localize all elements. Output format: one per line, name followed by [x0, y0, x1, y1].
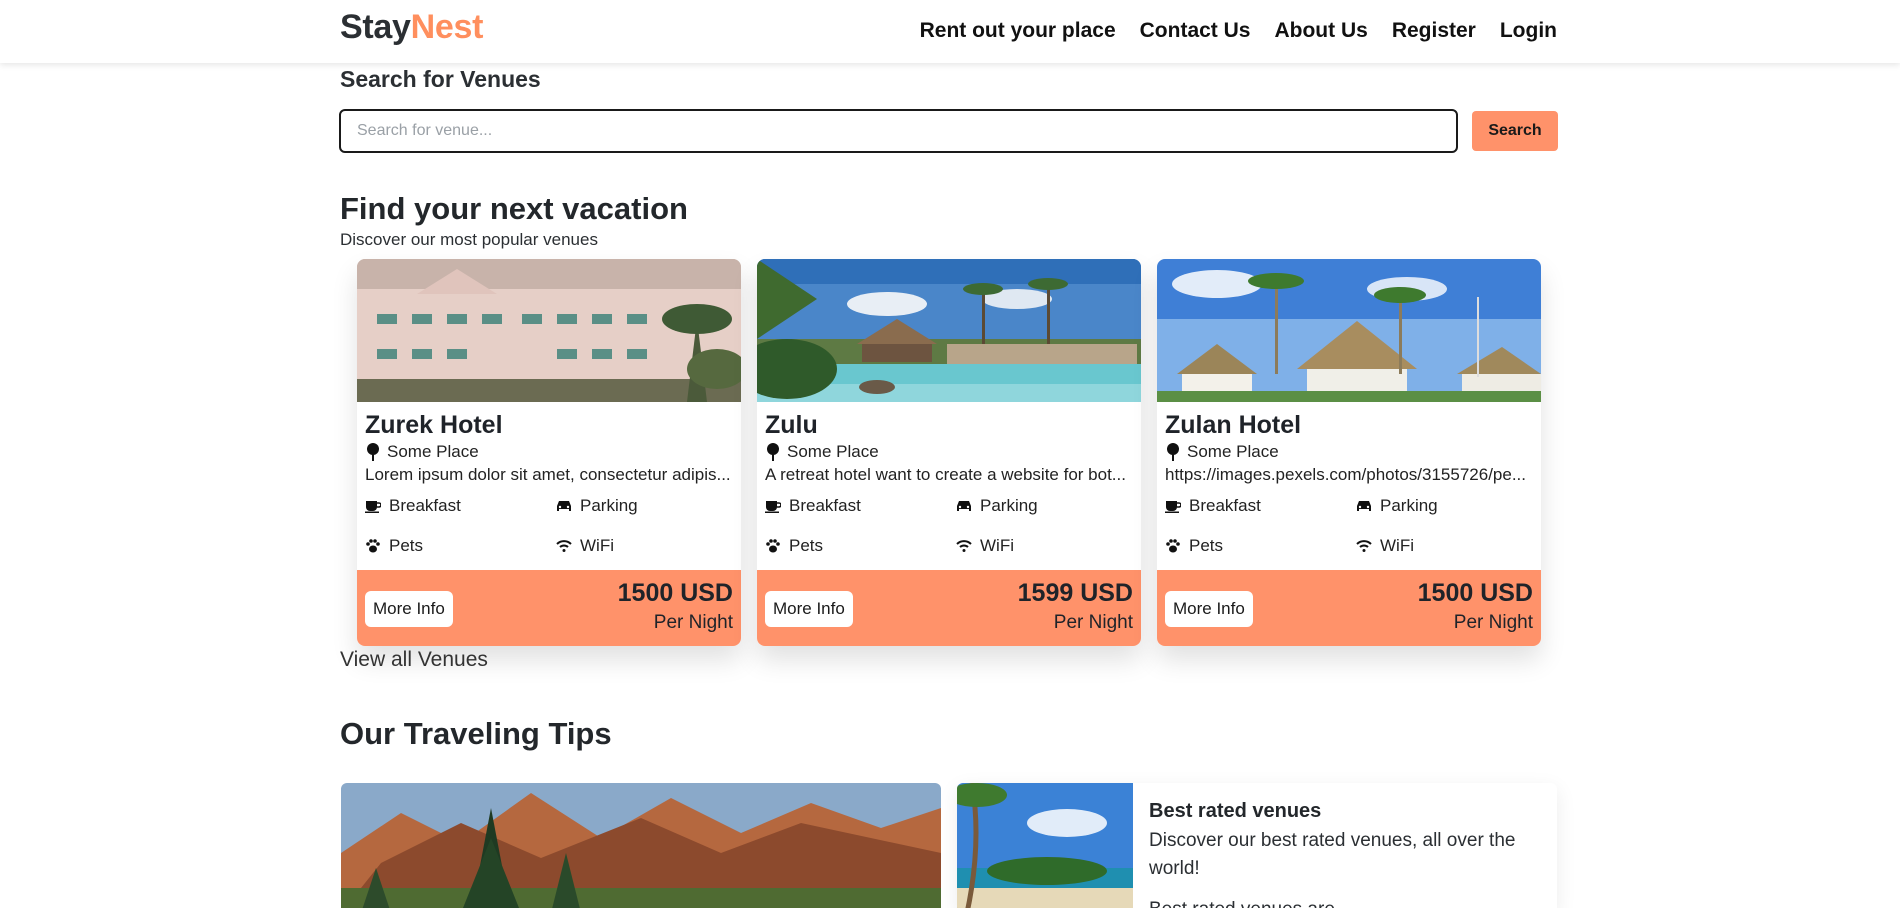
venue-image[interactable]	[757, 259, 1141, 402]
amenity-wifi: WiFi	[1356, 535, 1531, 557]
amenity-parking: Parking	[556, 495, 731, 517]
more-info-button[interactable]: More Info	[365, 591, 453, 627]
amenities: Breakfast Parking Pets WiFi	[1165, 495, 1533, 557]
paw-icon	[365, 538, 381, 554]
venue-name[interactable]: Zulan Hotel	[1165, 410, 1533, 440]
view-all-venues-link[interactable]: View all Venues	[340, 648, 488, 672]
logo[interactable]: StayNest	[340, 8, 483, 47]
search-button[interactable]: Search	[1472, 111, 1558, 151]
amenity-parking: Parking	[1356, 495, 1531, 517]
venue-card: Zulan Hotel Some Place https://images.pe…	[1157, 259, 1541, 646]
venue-card: Zulu Some Place A retreat hotel want to …	[757, 259, 1141, 646]
featured-subtitle: Discover our most popular venues	[340, 230, 598, 249]
paw-icon	[1165, 538, 1181, 554]
amenities: Breakfast Parking Pets WiFi	[765, 495, 1133, 557]
venue-price: 1599 USD	[1017, 579, 1133, 607]
venue-description: Lorem ipsum dolor sit amet, consectetur …	[365, 465, 731, 484]
venue-name[interactable]: Zurek Hotel	[365, 410, 733, 440]
coffee-cup-icon	[765, 498, 781, 514]
venue-description: https://images.pexels.com/photos/3155726…	[1165, 465, 1527, 484]
venue-location: Some Place	[365, 442, 733, 462]
price-unit: Per Night	[1453, 612, 1533, 633]
search-input[interactable]	[339, 109, 1458, 153]
nav-about[interactable]: About Us	[1274, 19, 1367, 43]
nav-rent-out[interactable]: Rent out your place	[920, 19, 1116, 43]
wifi-icon	[1356, 538, 1372, 554]
more-info-button[interactable]: More Info	[1165, 591, 1253, 627]
venue-footer: More Info 1500 USD Per Night	[1157, 570, 1541, 646]
venue-image[interactable]	[357, 259, 741, 402]
tips-title: Our Traveling Tips	[340, 716, 612, 751]
main-nav: Rent out your place Contact Us About Us …	[920, 19, 1557, 43]
venue-card: Zurek Hotel Some Place Lorem ipsum dolor…	[357, 259, 741, 646]
amenity-pets: Pets	[365, 535, 556, 557]
price-unit: Per Night	[653, 612, 733, 633]
map-pin-icon	[365, 443, 381, 461]
venue-price: 1500 USD	[617, 579, 733, 607]
tips-card-more-text: Best rated venues are...	[1149, 899, 1351, 908]
venue-description: A retreat hotel want to create a website…	[765, 465, 1126, 484]
amenity-wifi: WiFi	[556, 535, 731, 557]
coffee-cup-icon	[365, 498, 381, 514]
car-icon	[956, 498, 972, 514]
logo-nest: Nest	[410, 8, 484, 46]
tips-card: Best rated venues Discover our best rate…	[957, 783, 1557, 908]
wifi-icon	[956, 538, 972, 554]
amenity-breakfast: Breakfast	[365, 495, 556, 517]
amenity-pets: Pets	[1165, 535, 1356, 557]
car-icon	[556, 498, 572, 514]
tips-card-text: Discover our best rated venues, all over…	[1149, 830, 1516, 879]
tips-feature-image[interactable]	[341, 783, 941, 908]
venue-footer: More Info 1500 USD Per Night	[357, 570, 741, 646]
venue-price: 1500 USD	[1417, 579, 1533, 607]
amenity-breakfast: Breakfast	[1165, 495, 1356, 517]
amenity-pets: Pets	[765, 535, 956, 557]
car-icon	[1356, 498, 1372, 514]
tips-card-title: Best rated venues	[1149, 800, 1322, 822]
venue-location-text: Some Place	[387, 442, 479, 461]
nav-login[interactable]: Login	[1500, 19, 1557, 43]
coffee-cup-icon	[1165, 498, 1181, 514]
amenity-wifi: WiFi	[956, 535, 1131, 557]
map-pin-icon	[765, 443, 781, 461]
venue-location: Some Place	[765, 442, 1133, 462]
wifi-icon	[556, 538, 572, 554]
price-unit: Per Night	[1053, 612, 1133, 633]
venue-name[interactable]: Zulu	[765, 410, 1133, 440]
map-pin-icon	[1165, 443, 1181, 461]
nav-register[interactable]: Register	[1392, 19, 1476, 43]
venue-image[interactable]	[1157, 259, 1541, 402]
venue-footer: More Info 1599 USD Per Night	[757, 570, 1141, 646]
search-heading: Search for Venues	[340, 66, 541, 92]
venue-location-text: Some Place	[787, 442, 879, 461]
venue-location: Some Place	[1165, 442, 1533, 462]
site-header: StayNest Rent out your place Contact Us …	[0, 0, 1900, 63]
logo-stay: Stay	[340, 8, 411, 46]
amenity-breakfast: Breakfast	[765, 495, 956, 517]
nav-contact[interactable]: Contact Us	[1140, 19, 1251, 43]
venue-cards: Zurek Hotel Some Place Lorem ipsum dolor…	[357, 259, 1541, 646]
venue-location-text: Some Place	[1187, 442, 1279, 461]
more-info-button[interactable]: More Info	[765, 591, 853, 627]
tips-card-image[interactable]	[957, 783, 1133, 908]
amenity-parking: Parking	[956, 495, 1131, 517]
amenities: Breakfast Parking Pets WiFi	[365, 495, 733, 557]
paw-icon	[765, 538, 781, 554]
featured-title: Find your next vacation	[340, 191, 688, 226]
